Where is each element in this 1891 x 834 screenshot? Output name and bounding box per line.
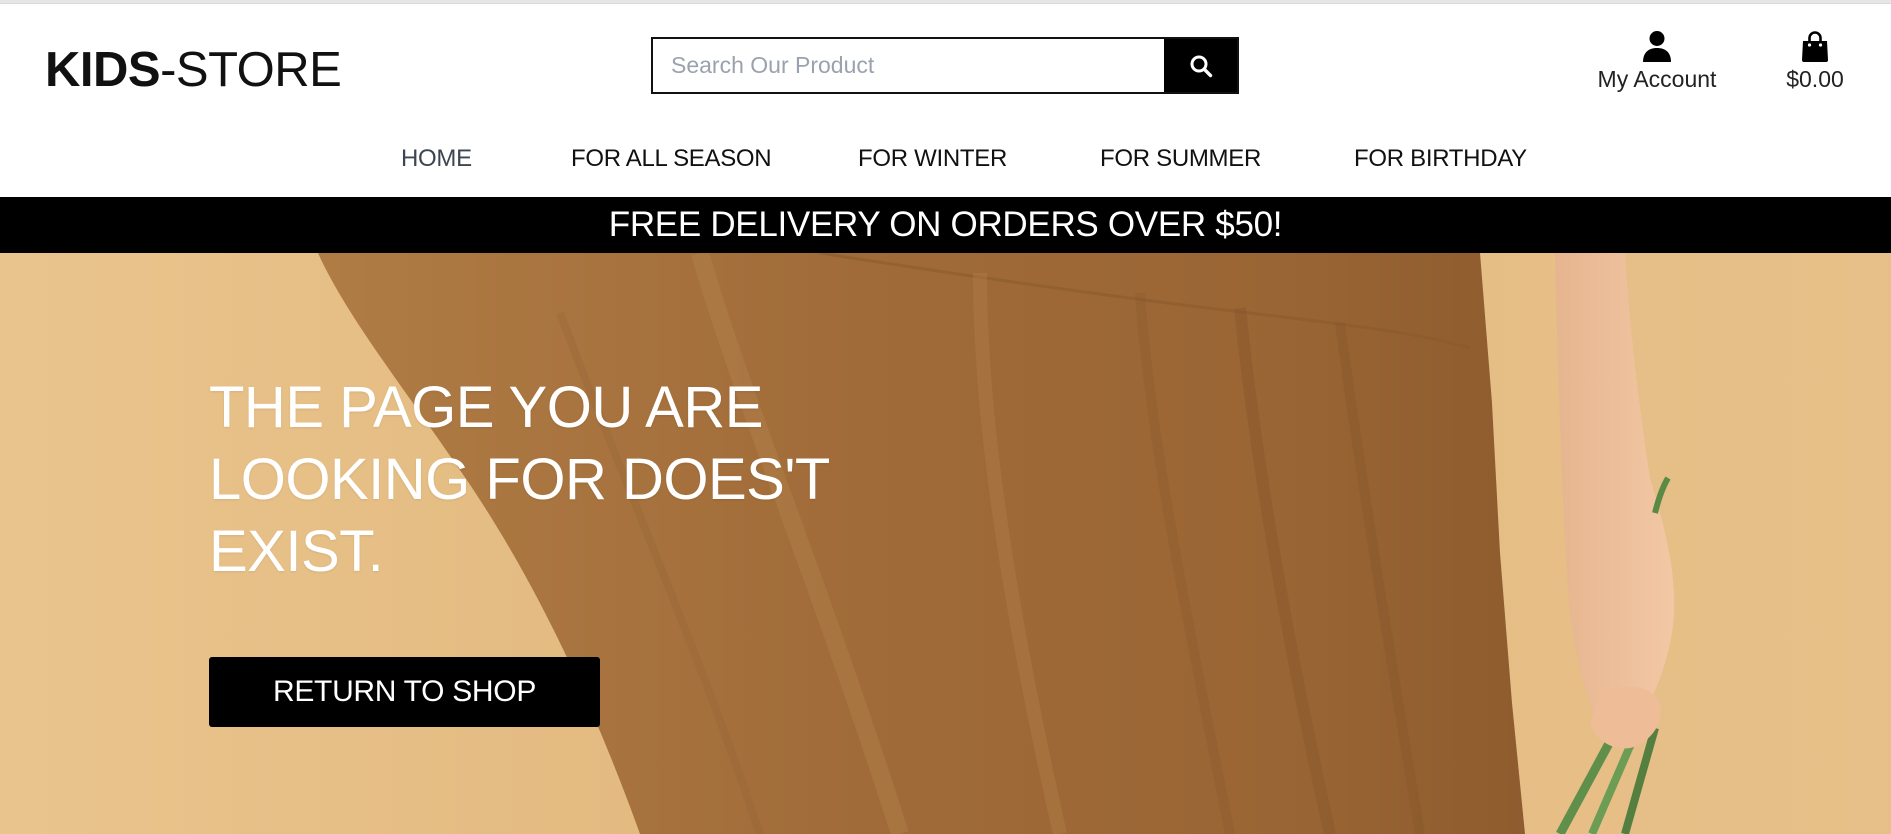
free-delivery-banner: FREE DELIVERY ON ORDERS OVER $50!	[0, 197, 1891, 253]
site-header: KIDS-STORE My Account $0.00 HOME FOR ALL	[0, 4, 1891, 197]
cart-total: $0.00	[1786, 66, 1844, 92]
cart-link[interactable]: $0.00	[1770, 30, 1860, 100]
search-button[interactable]	[1164, 39, 1237, 92]
hero-content: THE PAGE YOU ARE LOOKING FOR DOES'T EXIS…	[209, 372, 899, 727]
my-account-label: My Account	[1597, 66, 1717, 92]
logo-bold-text: KIDS	[45, 43, 161, 97]
nav-item-for-all-season[interactable]: FOR ALL SEASON	[571, 139, 772, 179]
hero-banner: THE PAGE YOU ARE LOOKING FOR DOES'T EXIS…	[0, 253, 1891, 834]
logo-light-text: -STORE	[160, 43, 342, 97]
my-account-link[interactable]: My Account	[1578, 30, 1736, 100]
heading-line-3: EXIST.	[209, 519, 384, 584]
search-input[interactable]	[653, 39, 1164, 92]
nav-item-for-birthday[interactable]: FOR BIRTHDAY	[1354, 139, 1527, 179]
heading-line-2: LOOKING FOR DOES'T	[209, 447, 830, 512]
nav-item-home[interactable]: HOME	[401, 139, 472, 179]
heading-line-1: THE PAGE YOU ARE	[209, 375, 763, 440]
main-navigation: HOME FOR ALL SEASON FOR WINTER FOR SUMME…	[0, 139, 1891, 179]
nav-item-for-winter[interactable]: FOR WINTER	[858, 139, 1007, 179]
site-logo[interactable]: KIDS-STORE	[45, 37, 342, 103]
shopping-bag-icon	[1802, 31, 1828, 62]
nav-item-for-summer[interactable]: FOR SUMMER	[1100, 139, 1261, 179]
return-to-shop-button[interactable]: RETURN TO SHOP	[209, 657, 600, 727]
search-bar	[651, 37, 1239, 94]
page-not-found-heading: THE PAGE YOU ARE LOOKING FOR DOES'T EXIS…	[209, 372, 899, 588]
search-icon	[1190, 55, 1212, 77]
user-icon	[1643, 31, 1671, 62]
